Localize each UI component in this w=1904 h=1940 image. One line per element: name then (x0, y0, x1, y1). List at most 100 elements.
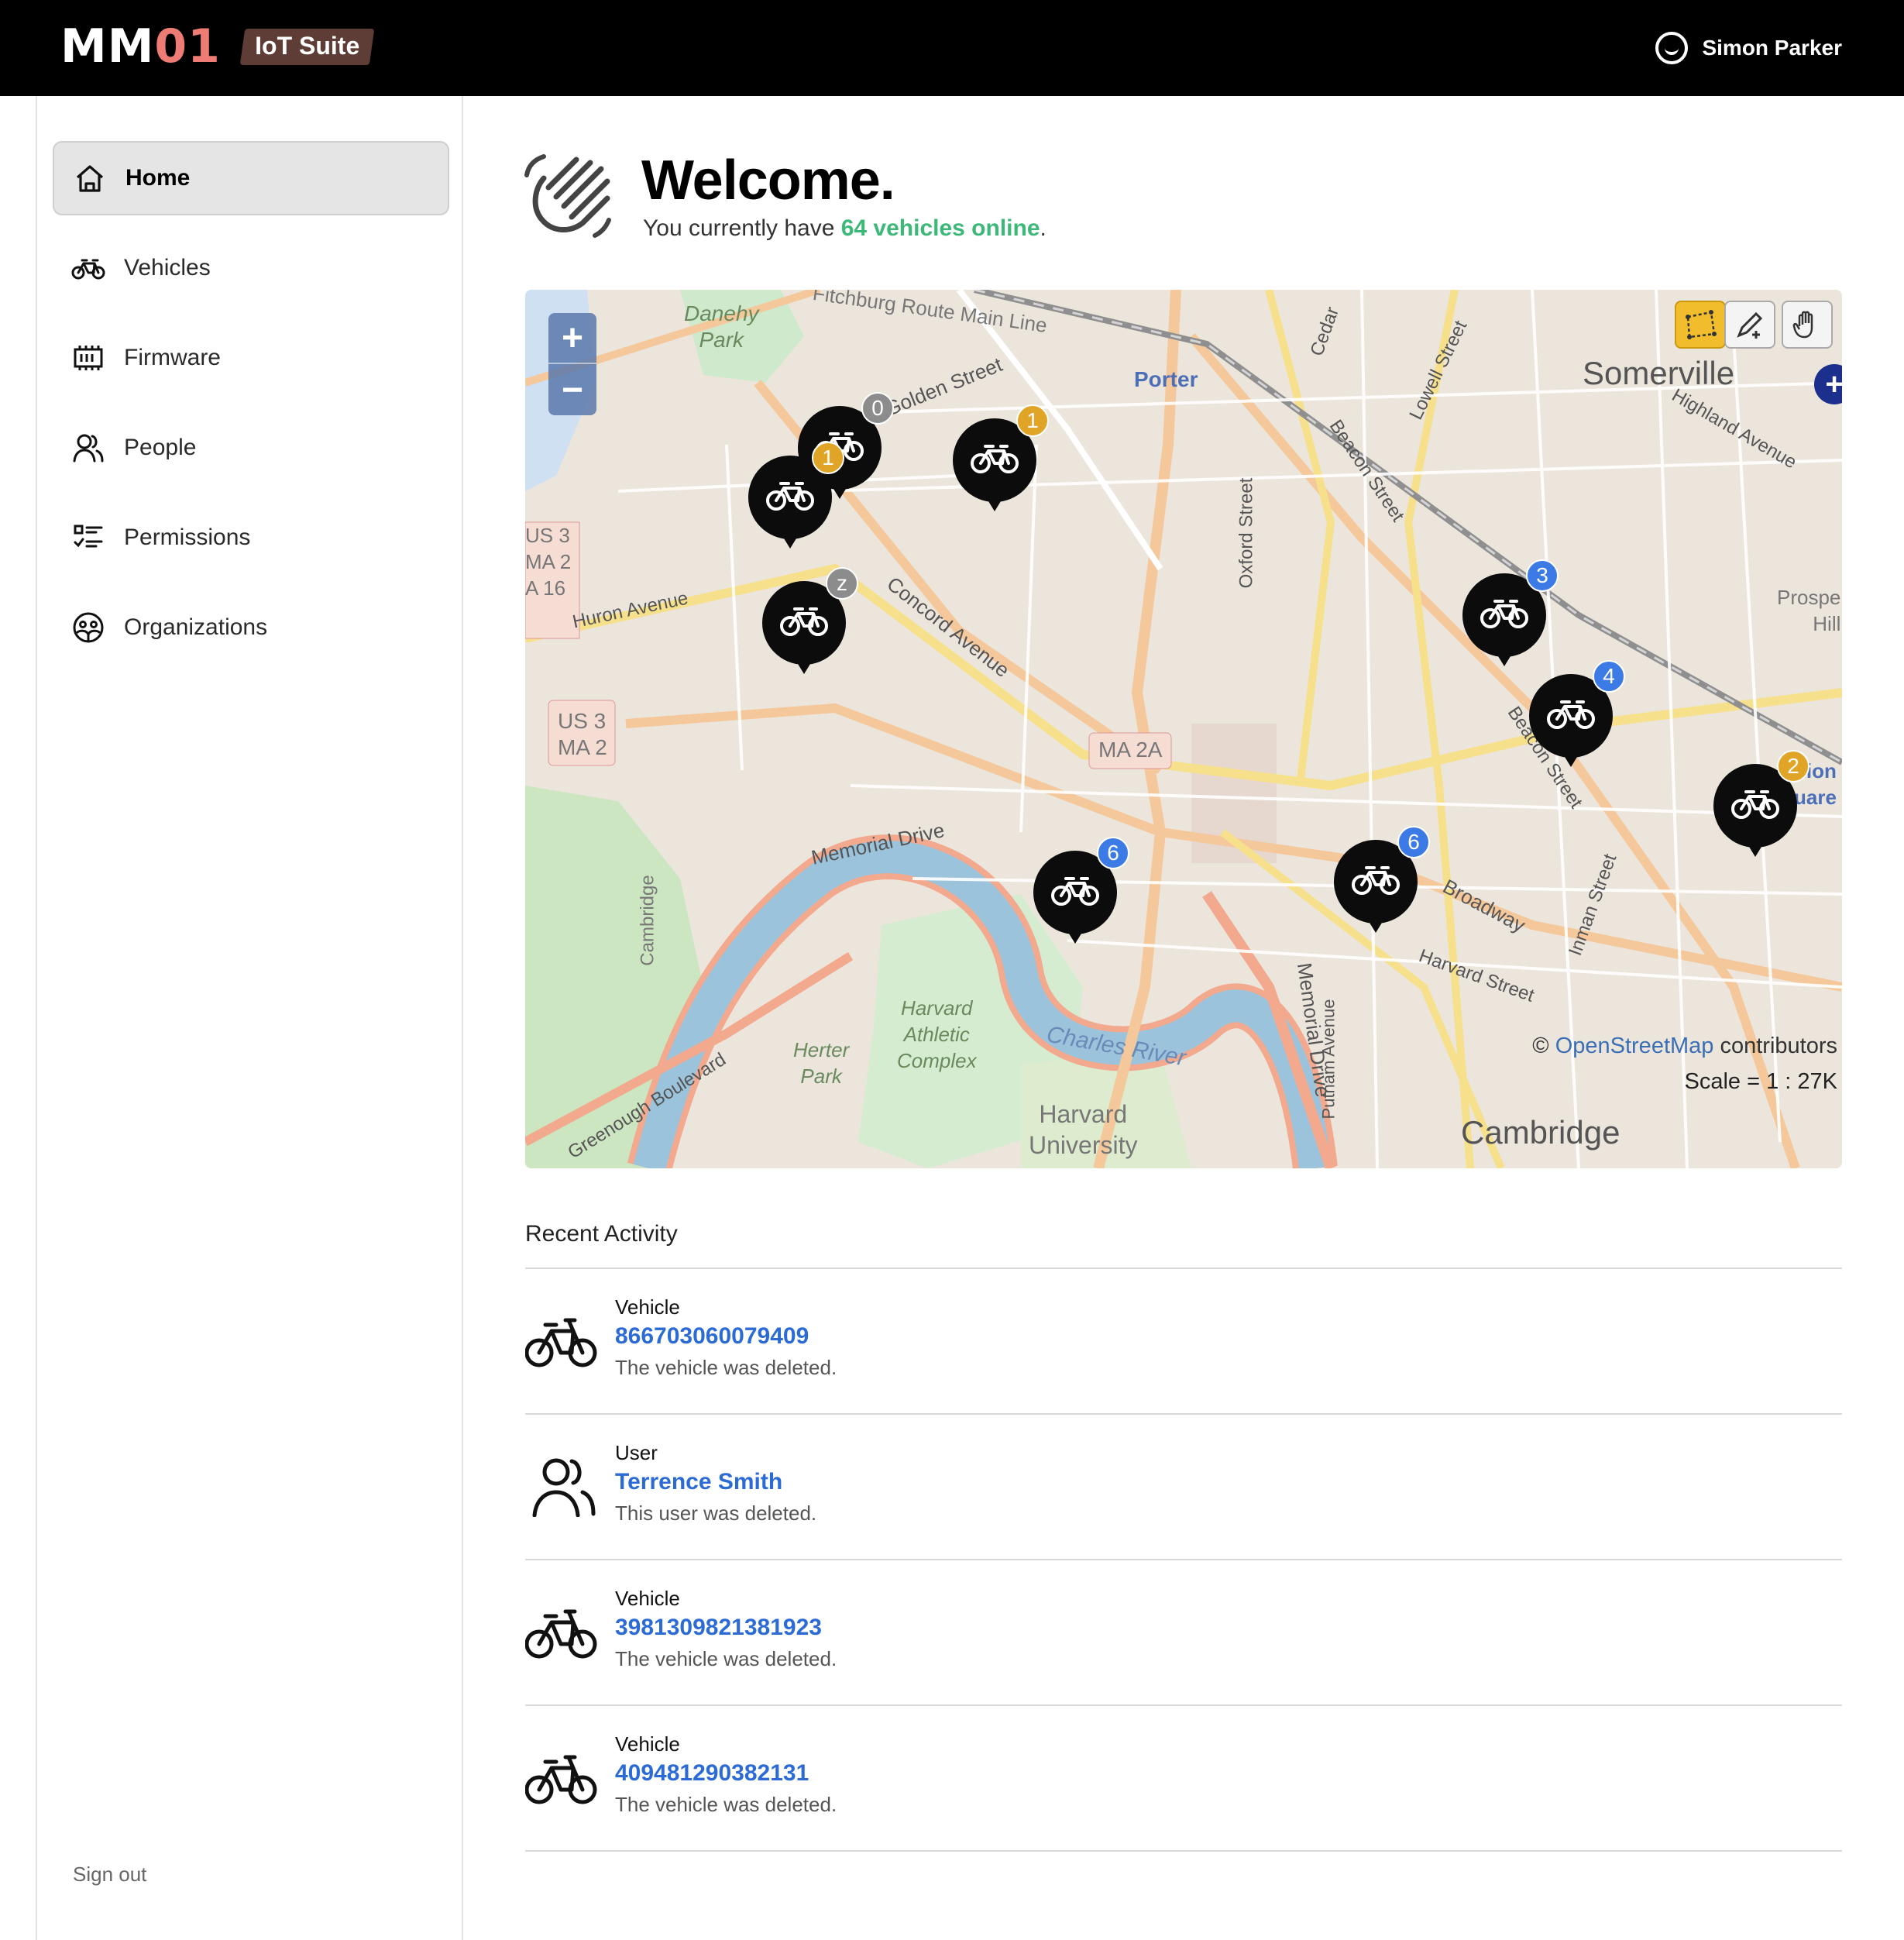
bike-icon (971, 445, 1019, 473)
sidebar: Home Vehicles Firmware People Permission… (36, 96, 463, 1940)
bike-icon (1480, 600, 1528, 628)
attribution-prefix: © (1532, 1034, 1555, 1058)
sidebar-item-firmware[interactable]: Firmware (53, 321, 449, 395)
vehicle-marker[interactable]: 3 (1462, 559, 1559, 671)
marker-badge: 2 (1777, 750, 1809, 783)
map-label-park: Harvard Athletic Complex (897, 996, 977, 1072)
sign-out-link[interactable]: Sign out (73, 1863, 146, 1887)
edit-icon[interactable] (1724, 301, 1775, 349)
vehicle-marker[interactable]: 2 (1713, 750, 1809, 862)
map-label-area: Prospe Hill (1777, 586, 1841, 635)
activity-description: The vehicle was deleted. (615, 1356, 837, 1379)
brand-number: 01 (154, 19, 221, 74)
zoom-control: + − (548, 313, 596, 415)
welcome-prefix: You currently have (643, 215, 841, 241)
map-label-university: Harvard University (1029, 1100, 1138, 1159)
product-tag: IoT Suite (239, 28, 375, 65)
activity-link[interactable]: 3981309821381923 (615, 1615, 822, 1641)
vehicle-marker[interactable]: 4 (1529, 660, 1625, 772)
activity-link[interactable]: 866703060079409 (615, 1323, 809, 1350)
marker-badge: 1 (812, 442, 844, 474)
activity-description: The vehicle was deleted. (615, 1647, 837, 1670)
divider (525, 1850, 1842, 1852)
bike-icon (71, 251, 105, 285)
map-label-route: US 3 MA 2 (558, 709, 607, 759)
people-icon (525, 1455, 600, 1518)
map-label-station: Porter (1134, 367, 1198, 391)
sidebar-item-label: Home (125, 165, 191, 191)
map-label-route: MA 2A (1098, 738, 1163, 762)
activity-item: Vehicle 866703060079409 The vehicle was … (524, 1269, 1842, 1415)
sidebar-item-organizations[interactable]: Organizations (53, 590, 449, 665)
sidebar-item-permissions[interactable]: Permissions (53, 500, 449, 575)
map-label-city: Cambridge (1461, 1114, 1620, 1151)
chip-icon (71, 341, 105, 375)
marker-badge: 6 (1397, 826, 1430, 858)
map-label-route: US 3 MA 2A 16 (525, 524, 572, 600)
vehicle-marker[interactable]: 1 (953, 404, 1049, 516)
checklist-icon (71, 521, 105, 555)
brand-mm: MM (60, 19, 155, 74)
marker-badge: 0 (861, 392, 894, 425)
zoom-in-button[interactable]: + (548, 313, 596, 364)
bike-icon (1547, 700, 1595, 729)
marker-badge: 6 (1097, 837, 1129, 869)
online-count[interactable]: 64 vehicles online (841, 215, 1040, 241)
activity-description: This user was deleted. (615, 1501, 817, 1525)
activity-description: The vehicle was deleted. (615, 1793, 837, 1816)
sidebar-item-label: People (124, 435, 197, 460)
vehicle-marker[interactable]: z (762, 567, 858, 679)
sidebar-item-label: Permissions (124, 525, 251, 550)
map-label-park: Herter Park (793, 1038, 850, 1088)
bike-icon (524, 1601, 600, 1663)
attribution-suffix: contributors (1713, 1034, 1837, 1058)
recent-activity-title: Recent Activity (525, 1221, 678, 1247)
user-name: Simon Parker (1702, 36, 1842, 60)
vehicle-marker[interactable]: 6 (1334, 826, 1430, 937)
vehicle-marker[interactable]: 6 (1033, 837, 1129, 948)
activity-type: Vehicle (615, 1732, 680, 1756)
marker-badge: 3 (1526, 559, 1559, 592)
map-label-park: Danehy Park (684, 301, 759, 352)
bike-icon (524, 1746, 600, 1808)
sidebar-item-label: Firmware (124, 345, 221, 370)
top-bar: MM 01 IoT Suite Simon Parker (0, 0, 1904, 96)
map-scale: Scale = 1 : 27K (1684, 1069, 1838, 1094)
activity-type: Vehicle (615, 1587, 680, 1610)
map-label-city: Somerville (1583, 355, 1735, 391)
marker-badge: 1 (1016, 404, 1049, 437)
map-attribution: © OpenStreetMap contributors (1532, 1034, 1837, 1059)
activity-item: User Terrence Smith This user was delete… (525, 1415, 1842, 1560)
activity-item: Vehicle 409481290382131 The vehicle was … (524, 1706, 1842, 1852)
activity-link[interactable]: 409481290382131 (615, 1760, 809, 1787)
bike-icon (524, 1309, 600, 1371)
user-menu[interactable]: Simon Parker (1655, 28, 1842, 68)
vehicle-map[interactable]: Danehy Park Fitchburg Route Main Line Gol… (525, 290, 1842, 1168)
sidebar-item-people[interactable]: People (53, 411, 449, 485)
hand-pan-icon[interactable] (1782, 301, 1833, 349)
marker-badge: 4 (1593, 660, 1625, 693)
welcome-subtitle: You currently have 64 vehicles online. (643, 215, 1047, 242)
home-icon (73, 161, 107, 195)
polygon-select-icon[interactable] (1675, 301, 1726, 349)
sidebar-item-home[interactable]: Home (53, 141, 449, 215)
people-icon (71, 431, 105, 465)
bike-icon (780, 607, 828, 636)
sidebar-item-label: Organizations (124, 614, 268, 640)
welcome-suffix: . (1040, 215, 1047, 241)
product-tag-label: IoT Suite (255, 31, 360, 60)
organization-icon (71, 611, 105, 645)
activity-type: User (615, 1441, 658, 1464)
bike-icon (766, 482, 814, 511)
brand-logo[interactable]: MM 01 IoT Suite (60, 19, 375, 74)
osm-link[interactable]: OpenStreetMap (1555, 1034, 1714, 1058)
map-label-street: Cambridge (637, 875, 658, 966)
page-title: Welcome. (641, 150, 895, 212)
zoom-out-button[interactable]: − (548, 364, 596, 415)
sidebar-item-vehicles[interactable]: Vehicles (53, 231, 449, 305)
activity-link[interactable]: Terrence Smith (615, 1469, 782, 1495)
sidebar-item-label: Vehicles (124, 255, 211, 280)
bike-icon (1352, 866, 1400, 895)
activity-item: Vehicle 3981309821381923 The vehicle was… (524, 1560, 1842, 1706)
vehicle-marker[interactable]: 1 (748, 442, 844, 553)
